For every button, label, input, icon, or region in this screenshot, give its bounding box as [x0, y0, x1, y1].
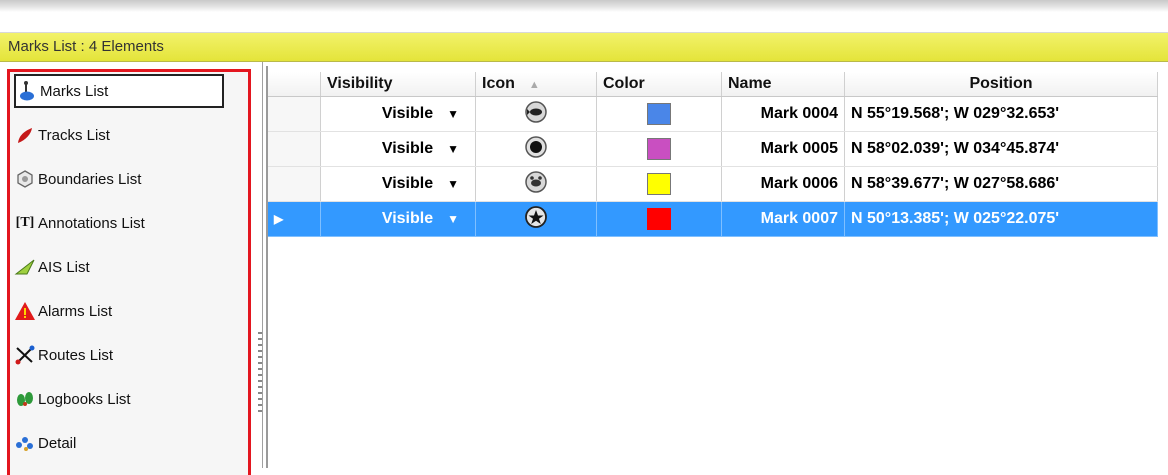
marks-table: Visibility Icon ▲ Color Name Position Vis… — [268, 72, 1158, 237]
panel-title-bar: Marks List : 4 Elements — [0, 33, 1168, 62]
table-row[interactable]: Visible ▼ Mark 0004 N 55°19.568'; W 029°3… — [268, 96, 1158, 132]
nav-label: Alarms List — [38, 302, 113, 320]
nav-label: Boundaries List — [38, 170, 142, 188]
position-cell[interactable]: N 58°39.677'; W 027°58.686' — [844, 166, 1158, 202]
column-label: Icon — [482, 75, 515, 92]
visibility-value: Visible — [381, 140, 434, 157]
detail-icon — [14, 432, 36, 454]
name-cell[interactable]: Mark 0006 — [721, 166, 845, 202]
top-toolbar-strip — [0, 0, 1168, 33]
nav-marks-list[interactable]: Marks List — [14, 74, 224, 108]
position-cell[interactable]: N 55°19.568'; W 029°32.653' — [844, 96, 1158, 132]
color-cell[interactable] — [596, 131, 722, 167]
row-header[interactable] — [268, 166, 321, 202]
column-header-position[interactable]: Position — [844, 72, 1158, 97]
name-cell[interactable]: Mark 0007 — [721, 201, 845, 237]
icon-cell[interactable] — [475, 96, 597, 132]
marks-pin-icon — [16, 80, 38, 102]
left-panel: Marks List Tracks List Boundaries List [… — [0, 62, 263, 475]
star-mark-icon — [524, 205, 548, 234]
visibility-cell[interactable]: Visible ▼ — [320, 166, 476, 202]
row-header[interactable] — [268, 131, 321, 167]
column-label: Position — [969, 75, 1033, 92]
routes-icon — [14, 344, 36, 366]
toolbar-edge — [0, 0, 1168, 12]
visibility-cell[interactable]: Visible ▼ — [320, 131, 476, 167]
column-header-name[interactable]: Name — [721, 72, 845, 97]
marks-grid: Visibility Icon ▲ Color Name Position Vis… — [266, 66, 1168, 468]
nav-routes-list[interactable]: Routes List — [14, 338, 246, 372]
row-header-corner — [268, 72, 321, 97]
visibility-cell[interactable]: Visible ▼ — [320, 201, 476, 237]
name-cell[interactable]: Mark 0005 — [721, 131, 845, 167]
boundaries-icon — [14, 168, 36, 190]
column-label: Visibility — [327, 75, 393, 92]
icon-cell[interactable] — [475, 166, 597, 202]
nav-label: Annotations List — [38, 214, 145, 232]
nav-boundaries-list[interactable]: Boundaries List — [14, 162, 246, 196]
color-cell[interactable] — [596, 201, 722, 237]
nav-label: Logbooks List — [38, 390, 131, 408]
dropdown-arrow-icon[interactable]: ▼ — [447, 212, 459, 226]
name-cell[interactable]: Mark 0004 — [721, 96, 845, 132]
table-row[interactable]: Visible ▼ Mark 0006 N 58°39.677'; W 027°5… — [268, 166, 1158, 202]
nav-label: Marks List — [40, 82, 109, 100]
dropdown-arrow-icon[interactable]: ▼ — [447, 177, 459, 191]
visibility-value: Visible — [381, 175, 434, 192]
position-cell[interactable]: N 50°13.385'; W 025°22.075' — [844, 201, 1158, 237]
column-header-visibility[interactable]: Visibility — [320, 72, 476, 97]
icon-cell[interactable] — [475, 131, 597, 167]
visibility-value: Visible — [381, 210, 434, 227]
dropdown-arrow-icon[interactable]: ▼ — [447, 107, 459, 121]
dot-mark-icon — [524, 135, 548, 164]
sort-ascending-icon: ▲ — [528, 79, 540, 91]
panel-title: Marks List : 4 Elements — [8, 38, 164, 55]
nav-tracks-list[interactable]: Tracks List — [14, 118, 246, 152]
nav-detail[interactable]: Detail — [14, 426, 246, 460]
splitter-handle[interactable] — [258, 332, 262, 412]
column-label: Name — [728, 75, 772, 92]
nav-ais-list[interactable]: AIS List — [14, 250, 246, 284]
row-header[interactable]: ▶ — [268, 201, 321, 237]
position-cell[interactable]: N 58°02.039'; W 034°45.874' — [844, 131, 1158, 167]
nav-label: Detail — [38, 434, 77, 452]
fish-mark-icon — [524, 100, 548, 129]
nav-label: Routes List — [38, 346, 114, 364]
color-cell[interactable] — [596, 96, 722, 132]
color-swatch — [647, 103, 671, 125]
table-row[interactable]: Visible ▼ Mark 0005 N 58°02.039'; W 034°4… — [268, 131, 1158, 167]
list-navigation: Marks List Tracks List Boundaries List [… — [7, 69, 251, 475]
nav-alarms-list[interactable]: Alarms List — [14, 294, 246, 328]
column-label: Color — [603, 75, 645, 92]
color-cell[interactable] — [596, 166, 722, 202]
logbooks-icon — [14, 388, 36, 410]
column-header-color[interactable]: Color — [596, 72, 722, 97]
color-swatch — [647, 138, 671, 160]
annotations-icon: [T] — [15, 215, 35, 230]
tracks-icon — [14, 124, 36, 146]
ais-icon — [14, 256, 36, 278]
current-row-indicator-icon: ▶ — [274, 212, 284, 226]
table-row-selected[interactable]: ▶ Visible ▼ Mark 0007 N 50°13.385'; W 025… — [268, 201, 1158, 237]
color-swatch — [647, 173, 671, 195]
header-row: Visibility Icon ▲ Color Name Position — [268, 72, 1158, 97]
nav-label: AIS List — [38, 258, 90, 276]
icon-cell[interactable] — [475, 201, 597, 237]
nav-logbooks-list[interactable]: Logbooks List — [14, 382, 246, 416]
visibility-value: Visible — [381, 105, 434, 122]
dropdown-arrow-icon[interactable]: ▼ — [447, 142, 459, 156]
visibility-cell[interactable]: Visible ▼ — [320, 96, 476, 132]
column-header-icon[interactable]: Icon ▲ — [475, 72, 597, 97]
alarm-warning-icon — [14, 300, 36, 322]
nav-label: Tracks List — [38, 126, 110, 144]
nav-annotations-list[interactable]: [T] Annotations List — [14, 206, 246, 240]
crab-mark-icon — [524, 170, 548, 199]
row-header[interactable] — [268, 96, 321, 132]
color-swatch — [647, 208, 671, 230]
